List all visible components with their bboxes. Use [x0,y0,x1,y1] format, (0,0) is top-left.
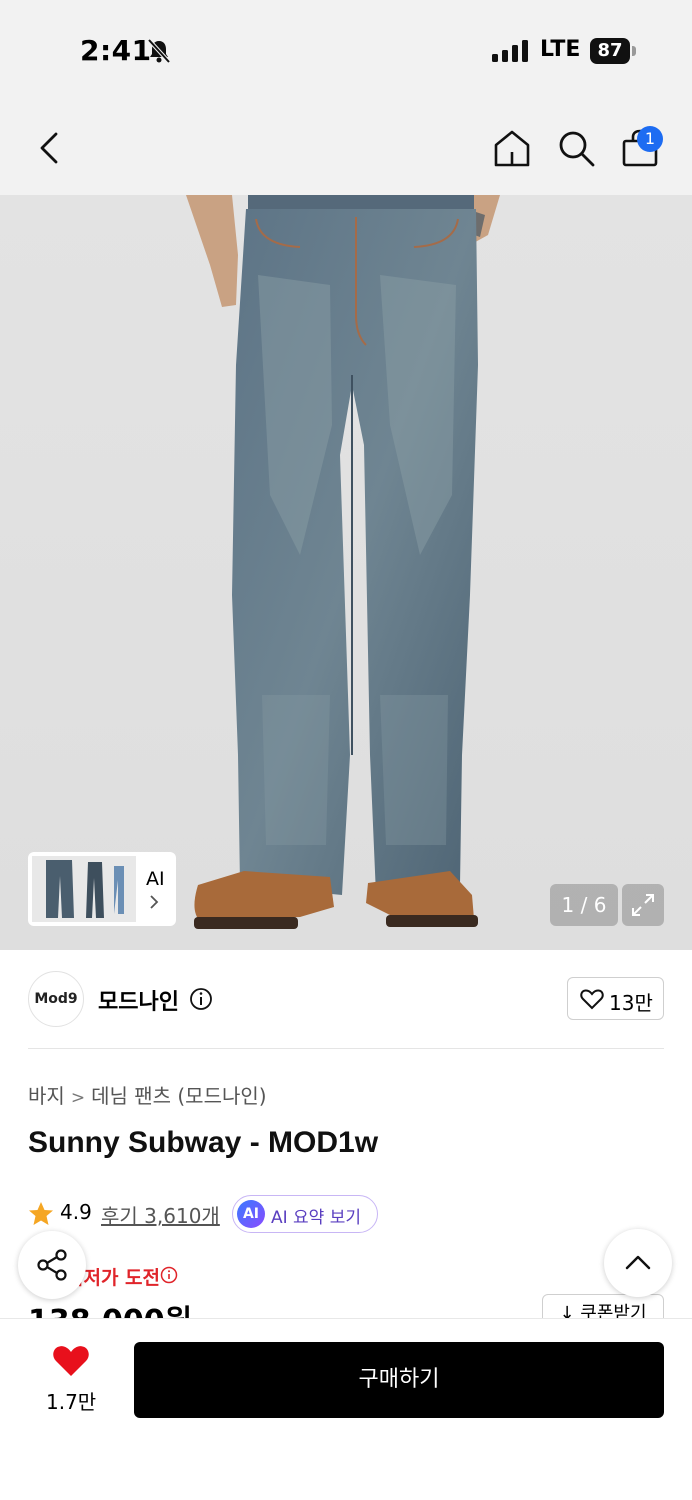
battery-tip [632,46,636,56]
scroll-to-top-button[interactable] [604,1229,672,1297]
divider [28,1048,664,1049]
brand-like-button[interactable]: 13만 [567,977,664,1020]
breadcrumb-category[interactable]: 바지 [28,1084,65,1108]
chevron-up-icon [625,1255,651,1270]
buy-button[interactable]: 구매하기 [134,1342,664,1418]
status-bar: 2:41 LTE 87 [0,0,692,100]
search-icon[interactable] [556,128,596,168]
info-icon[interactable] [189,987,213,1011]
ai-thumbnail-label: AI [146,868,165,890]
heart-outline-icon [580,989,604,1010]
back-icon[interactable] [32,128,72,168]
info-icon[interactable] [160,1266,178,1284]
ai-summary-label: AI 요약 보기 [271,1208,362,1228]
product-image[interactable] [0,195,692,950]
brand-like-count: 13만 [609,991,653,1015]
heart-filled-icon[interactable] [52,1344,90,1378]
cart-count-badge: 1 [637,126,663,152]
ai-summary-button[interactable]: AI AI 요약 보기 [232,1195,378,1233]
home-icon[interactable] [492,128,532,168]
share-button[interactable] [18,1231,86,1299]
network-label: LTE [540,37,581,62]
battery-indicator: 87 [590,38,630,64]
wishlist-count: 1.7만 [46,1390,97,1414]
rating-value: 4.9 [60,1200,92,1224]
top-nav-bar [0,100,692,195]
image-counter: 1 / 6 [550,884,618,926]
signal-icon [492,40,528,62]
chevron-right-icon[interactable] [147,893,161,911]
review-count-link[interactable]: 후기 3,610개 [101,1200,220,1229]
bell-muted-icon [147,38,171,64]
star-icon [29,1202,53,1225]
breadcrumb-separator-icon: > [70,1088,86,1108]
ai-icon: AI [237,1200,265,1228]
breadcrumb: 바지 > 데님 팬츠 (모드나인) [28,1080,267,1109]
share-icon [37,1249,67,1281]
jeans-photo [186,195,500,929]
breadcrumb-subcategory[interactable]: 데님 팬츠 (모드나인) [91,1084,267,1108]
expand-icon [632,894,654,916]
status-time: 2:41 [80,34,152,67]
thumbnail-images [32,856,136,922]
product-title: Sunny Subway - MOD1w [28,1126,379,1159]
brand-name[interactable]: 모드나인 [98,984,179,1016]
brand-logo[interactable]: Mod9 [28,971,84,1027]
expand-image-button[interactable] [622,884,664,926]
